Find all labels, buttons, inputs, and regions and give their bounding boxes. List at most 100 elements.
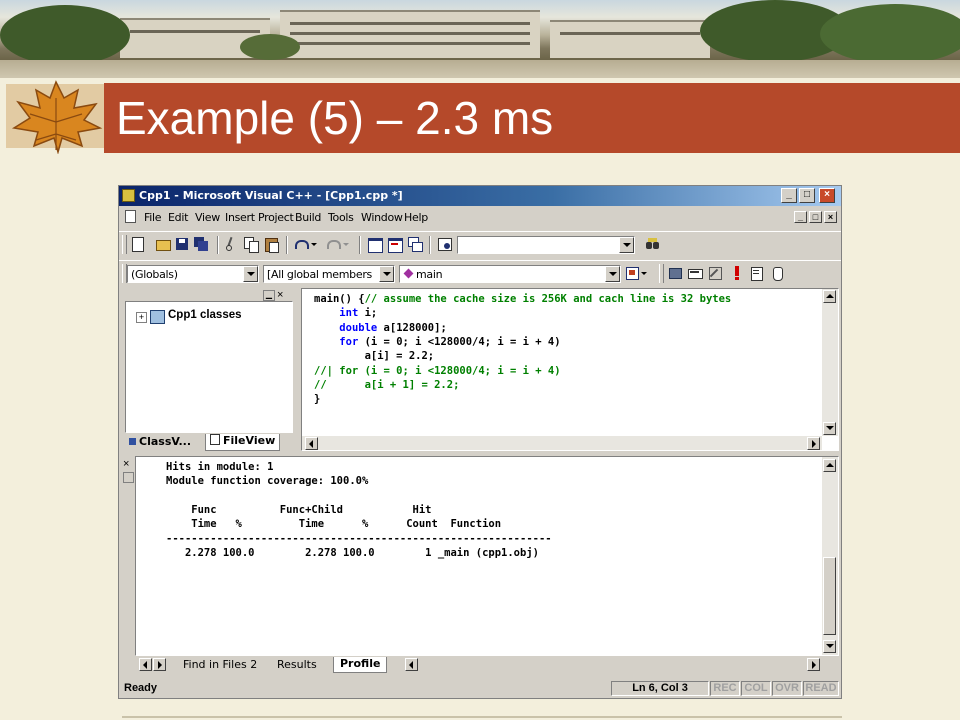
tab-find-in-files-2[interactable]: Find in Files 2 (183, 658, 257, 673)
output-line: ----------------------------------------… (166, 532, 552, 545)
window-titlebar[interactable]: Cpp1 - Microsoft Visual C++ - [Cpp1.cpp … (119, 186, 841, 206)
wizard-action-icon[interactable] (625, 265, 641, 281)
code-token: i; (358, 307, 378, 320)
maximize-button[interactable]: □ (799, 188, 815, 203)
workspace-undock-icon[interactable]: ▁ (263, 290, 275, 301)
undo-dropdown-icon[interactable] (311, 236, 319, 252)
scroll-up-icon[interactable] (823, 459, 836, 472)
tab-fileview[interactable]: FileView (205, 434, 281, 451)
build-icon[interactable] (687, 265, 703, 281)
window-list-icon[interactable] (407, 236, 423, 252)
editor-hscrollbar[interactable] (302, 436, 822, 450)
workspace-close-icon[interactable]: × (277, 289, 283, 301)
menu-tools[interactable]: Tools (328, 211, 354, 224)
mdi-close-button[interactable]: × (824, 211, 837, 223)
tab-profile[interactable]: Profile (333, 657, 388, 673)
col-indicator: COL (741, 681, 771, 696)
toolbar-separator (286, 236, 288, 254)
menu-build[interactable]: Build (295, 211, 321, 224)
code-line: main() {// assume the cache size is 256K… (314, 292, 731, 306)
stop-build-icon[interactable] (707, 265, 723, 281)
output-line: Time % Time % Count Function (166, 518, 502, 531)
output-line: Module function coverage: 100.0% (166, 475, 369, 488)
find-combo[interactable] (457, 236, 635, 254)
output-line: Func Func+Child Hit (166, 503, 432, 516)
scroll-left-icon[interactable] (405, 658, 418, 671)
tree-expand-icon[interactable]: + (136, 312, 147, 323)
tab-scroll-first-icon[interactable] (139, 658, 152, 671)
tab-classview[interactable]: ClassV... (129, 435, 191, 450)
redo-dropdown-icon[interactable] (343, 236, 351, 252)
mdi-minimize-button[interactable]: _ (794, 211, 807, 223)
classview-icon (129, 438, 136, 445)
editor-vscrollbar[interactable] (822, 289, 838, 436)
tab-scroll-next-icon[interactable] (153, 658, 166, 671)
output-window-icon[interactable] (387, 236, 403, 253)
scroll-down-icon[interactable] (823, 640, 836, 653)
cut-icon[interactable] (223, 236, 239, 252)
undo-icon[interactable] (293, 236, 309, 252)
new-file-icon[interactable] (129, 236, 145, 252)
members-dropdown-icon[interactable] (379, 266, 394, 282)
save-all-icon[interactable] (193, 236, 209, 252)
wizardbar-toolbar: (Globals) [All global members main (119, 260, 841, 287)
output-scroll-thumb[interactable] (823, 557, 836, 635)
toolbar-grip[interactable] (659, 264, 664, 283)
copy-icon[interactable] (243, 236, 259, 253)
tree-root-label[interactable]: Cpp1 classes (168, 309, 242, 321)
minimize-button[interactable]: _ (781, 188, 797, 203)
menu-window[interactable]: Window (361, 211, 403, 224)
compile-icon[interactable] (667, 265, 683, 281)
code-line: } (314, 392, 320, 406)
output-close-icon[interactable]: × (123, 458, 129, 470)
paste-icon[interactable] (263, 236, 279, 253)
menu-insert[interactable]: Insert (225, 211, 255, 224)
save-icon[interactable] (174, 236, 190, 252)
workspace-window-icon[interactable] (367, 236, 383, 253)
menu-project[interactable]: Project (258, 211, 294, 224)
close-button[interactable]: × (819, 188, 835, 203)
execute-icon[interactable] (729, 265, 745, 281)
function-dropdown-icon[interactable] (605, 266, 620, 282)
scroll-up-icon[interactable] (823, 290, 836, 303)
menu-view[interactable]: View (195, 211, 220, 224)
campus-photo-banner (0, 0, 960, 78)
binoculars-icon[interactable] (645, 236, 661, 252)
wizard-action-dropdown-icon[interactable] (641, 265, 649, 281)
output-undock-icon[interactable] (123, 472, 134, 483)
members-combo[interactable]: [All global members (263, 265, 395, 283)
menu-edit[interactable]: Edit (168, 211, 188, 224)
standard-toolbar (119, 231, 841, 258)
go-icon[interactable] (749, 265, 765, 281)
code-editor[interactable]: main() {// assume the cache size is 256K… (301, 288, 839, 451)
tab-results[interactable]: Results (277, 658, 317, 673)
find-in-files-icon[interactable] (437, 236, 453, 252)
function-combo[interactable]: main (399, 265, 621, 283)
code-token: for (339, 335, 359, 348)
building-shape (550, 20, 710, 58)
scroll-left-icon[interactable] (305, 437, 318, 450)
scope-combo[interactable]: (Globals) (127, 265, 259, 283)
menu-file[interactable]: File (144, 211, 162, 224)
function-diamond-icon (403, 268, 414, 279)
workspace-panel: ▁ × + Cpp1 classes ClassV... FileView (123, 288, 295, 451)
menu-help[interactable]: Help (404, 211, 428, 224)
find-combo-dropdown-icon[interactable] (619, 237, 634, 253)
mdi-restore-button[interactable]: □ (809, 211, 822, 223)
code-token: main() { (314, 293, 365, 305)
output-line: Hits in module: 1 (166, 461, 274, 473)
rec-indicator: REC (710, 681, 740, 696)
toolbar-grip[interactable] (122, 235, 127, 254)
code-token: } (314, 393, 321, 406)
window-row (130, 30, 260, 33)
scroll-down-icon[interactable] (823, 422, 836, 435)
open-folder-icon[interactable] (155, 236, 171, 252)
scroll-right-icon[interactable] (807, 437, 820, 450)
redo-icon[interactable] (325, 236, 341, 252)
output-vscrollbar[interactable] (822, 457, 838, 655)
output-text-area[interactable]: Hits in module: 1 Module function coverag… (135, 456, 839, 656)
scroll-right-icon[interactable] (807, 658, 820, 671)
hand-cursor-icon[interactable] (769, 265, 785, 281)
scope-dropdown-icon[interactable] (243, 266, 258, 282)
